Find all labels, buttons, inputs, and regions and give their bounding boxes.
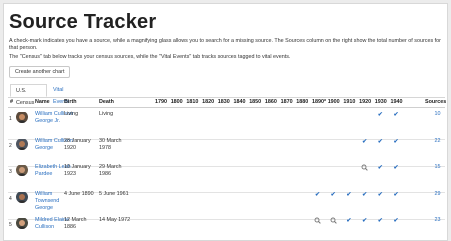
sources-count-link[interactable]: 22 (432, 138, 443, 144)
header-year: 1830 (217, 99, 230, 105)
check-icon[interactable]: ✔ (392, 138, 401, 147)
check-icon[interactable]: ✔ (360, 138, 369, 147)
tab-vital-events[interactable]: Vital Events (48, 84, 84, 105)
check-icon[interactable]: ✔ (392, 164, 401, 173)
birth-date: 28 January 1920 (64, 137, 91, 151)
description-check-mark: A check-mark indicates you have a source… (9, 38, 441, 51)
header-number: # (10, 99, 13, 105)
check-icon[interactable]: ✔ (360, 191, 369, 200)
check-icon[interactable]: ✔ (392, 191, 401, 200)
header-year: 1870 (280, 99, 293, 105)
check-icon[interactable]: ✔ (392, 111, 401, 120)
check-icon[interactable]: ✔ (329, 191, 338, 200)
row-number: 3 (9, 169, 12, 175)
header-name: Name (35, 99, 50, 105)
check-icon[interactable]: ✔ (376, 191, 385, 200)
death-date: Living (99, 111, 114, 117)
avatar[interactable] (16, 111, 28, 123)
header-year: 1800 (170, 99, 183, 105)
birth-date: Living (64, 111, 79, 117)
row-number: 5 (9, 222, 12, 228)
source-tracker-card: Source Tracker A check-mark indicates yo… (3, 3, 448, 241)
table-row: 5 Mildred Elaine Cullison 12 March 1886 14 … (8, 214, 445, 240)
header-year: 1840 (233, 99, 246, 105)
header-year: 1890* (312, 99, 327, 105)
death-date: 14 May 1972 (99, 217, 131, 223)
create-another-chart-button[interactable]: Create another chart (9, 66, 71, 78)
check-icon[interactable]: ✔ (392, 217, 401, 226)
check-icon[interactable]: ✔ (344, 191, 353, 200)
header-year: 1930 (374, 99, 387, 105)
row-number: 1 (9, 116, 12, 122)
header-year: 1940 (390, 99, 403, 105)
death-date: 30 March 1978 (99, 137, 122, 151)
birth-date: 4 June 1890 (64, 190, 94, 197)
birth-date: 12 March 1886 (64, 217, 87, 230)
check-icon[interactable]: ✔ (360, 217, 369, 226)
death-date: 29 March 1986 (99, 164, 122, 177)
tab-us-census[interactable]: U.S. Census (10, 84, 47, 106)
header-death: Death (99, 99, 114, 105)
header-year: 1820 (202, 99, 215, 105)
birth-date: 10 January 1923 (64, 164, 91, 177)
death-date: 5 June 1961 (99, 190, 129, 197)
description-tabs: The "Census" tab below tracks your censu… (9, 54, 291, 60)
avatar[interactable] (16, 138, 28, 150)
sources-count-link[interactable]: 23 (432, 217, 443, 223)
header-year: 1900 (327, 99, 340, 105)
check-icon[interactable]: ✔ (376, 111, 385, 120)
magnifying-glass-icon[interactable] (329, 217, 338, 226)
header-year: 1790 (155, 99, 167, 105)
check-icon[interactable]: ✔ (313, 191, 322, 200)
avatar[interactable] (16, 191, 28, 203)
check-icon[interactable]: ✔ (344, 217, 353, 226)
avatar[interactable] (16, 217, 28, 229)
header-year: 1880 (296, 99, 309, 105)
row-number: 4 (9, 195, 12, 202)
check-icon[interactable]: ✔ (376, 164, 385, 173)
header-year: 1860 (264, 99, 277, 105)
check-icon[interactable]: ✔ (376, 217, 385, 226)
header-year: 1810 (186, 99, 199, 105)
sources-count-link[interactable]: 29 (432, 191, 443, 197)
sources-count-link[interactable]: 10 (432, 111, 443, 117)
magnifying-glass-icon[interactable] (360, 164, 369, 173)
tab-bar: U.S. Census Vital Events (8, 84, 445, 106)
check-icon[interactable]: ✔ (376, 138, 385, 147)
header-year: 1910 (343, 99, 356, 105)
sources-count-link[interactable]: 15 (432, 164, 443, 170)
row-number: 2 (9, 142, 12, 149)
header-year: 1850 (249, 99, 262, 105)
header-birth: Birth (64, 99, 77, 105)
page-title: Source Tracker (9, 11, 157, 33)
header-sources: Sources (425, 99, 447, 105)
avatar[interactable] (16, 164, 28, 176)
header-year: 1920 (359, 99, 372, 105)
magnifying-glass-icon[interactable] (313, 217, 322, 226)
